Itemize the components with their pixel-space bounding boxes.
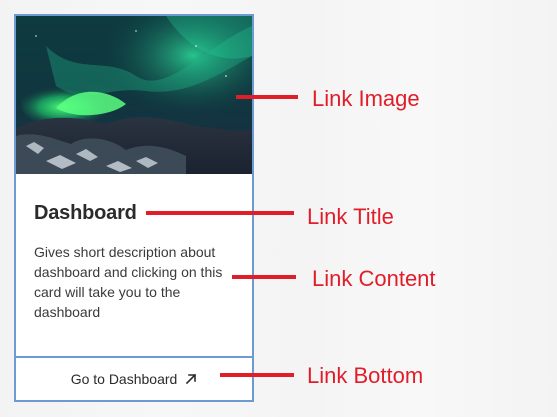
link-content-pointer	[232, 275, 296, 279]
link-image-annotation: Link Image	[312, 86, 420, 111]
aurora-image	[16, 16, 252, 174]
link-content: Gives short description about dashboard …	[34, 244, 223, 320]
link-bottom-pointer	[220, 373, 294, 377]
link-title-annotation: Link Title	[307, 204, 394, 229]
link-content-annotation: Link Content	[312, 266, 436, 291]
link-card[interactable]: Dashboard Gives short description about …	[14, 14, 254, 402]
link-bottom[interactable]: Go to Dashboard	[16, 356, 252, 400]
link-title: Dashboard	[34, 202, 137, 224]
link-title-pointer	[146, 211, 294, 215]
link-image-pointer	[236, 95, 298, 99]
link-image	[16, 16, 252, 174]
link-bottom-annotation: Link Bottom	[307, 363, 424, 388]
link-bottom-label: Go to Dashboard	[70, 371, 178, 387]
arrow-up-right-icon	[186, 373, 197, 385]
